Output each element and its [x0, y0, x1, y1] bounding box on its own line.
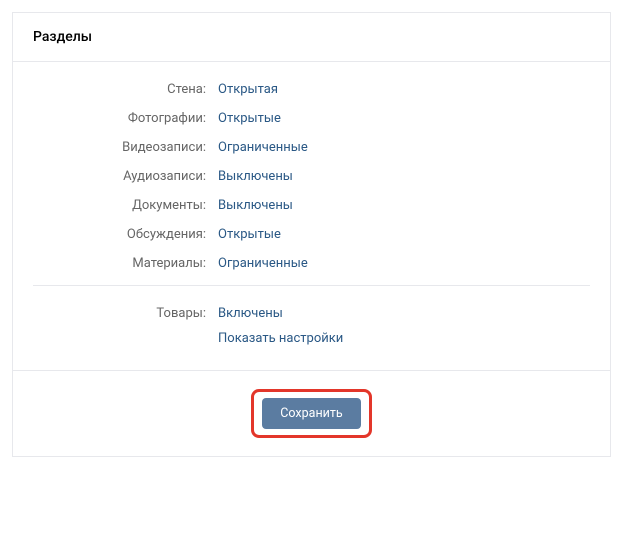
row-videos: Видеозаписи: Ограниченные [33, 140, 590, 155]
panel-body: Стена: Открытая Фотографии: Открытые Вид… [13, 62, 610, 370]
row-materials-value[interactable]: Ограниченные [218, 256, 308, 271]
row-photos-value[interactable]: Открытые [218, 111, 281, 126]
save-button[interactable]: Сохранить [262, 398, 360, 429]
row-discussions: Обсуждения: Открытые [33, 227, 590, 242]
sections-panel: Разделы Стена: Открытая Фотографии: Откр… [12, 12, 611, 457]
row-documents-value[interactable]: Выключены [218, 198, 293, 213]
row-wall-value[interactable]: Открытая [218, 82, 278, 97]
row-wall-label: Стена: [33, 82, 218, 97]
panel-header: Разделы [13, 13, 610, 62]
row-goods-settings: Показать настройки [33, 331, 590, 346]
panel-footer: Сохранить [13, 370, 610, 456]
row-audio-label: Аудиозаписи: [33, 169, 218, 184]
row-videos-value[interactable]: Ограниченные [218, 140, 308, 155]
row-wall: Стена: Открытая [33, 82, 590, 97]
row-goods-value[interactable]: Включены [218, 306, 283, 321]
row-documents: Документы: Выключены [33, 198, 590, 213]
divider [33, 285, 590, 286]
row-discussions-label: Обсуждения: [33, 227, 218, 242]
row-documents-label: Документы: [33, 198, 218, 213]
row-photos: Фотографии: Открытые [33, 111, 590, 126]
row-photos-label: Фотографии: [33, 111, 218, 126]
row-discussions-value[interactable]: Открытые [218, 227, 281, 242]
row-audio-value[interactable]: Выключены [218, 169, 293, 184]
save-highlight: Сохранить [251, 389, 371, 438]
row-audio: Аудиозаписи: Выключены [33, 169, 590, 184]
row-videos-label: Видеозаписи: [33, 140, 218, 155]
show-settings-link[interactable]: Показать настройки [218, 331, 343, 346]
row-goods: Товары: Включены [33, 306, 590, 321]
row-goods-label: Товары: [33, 306, 218, 321]
row-materials-label: Материалы: [33, 256, 218, 271]
panel-title: Разделы [33, 29, 590, 45]
row-materials: Материалы: Ограниченные [33, 256, 590, 271]
